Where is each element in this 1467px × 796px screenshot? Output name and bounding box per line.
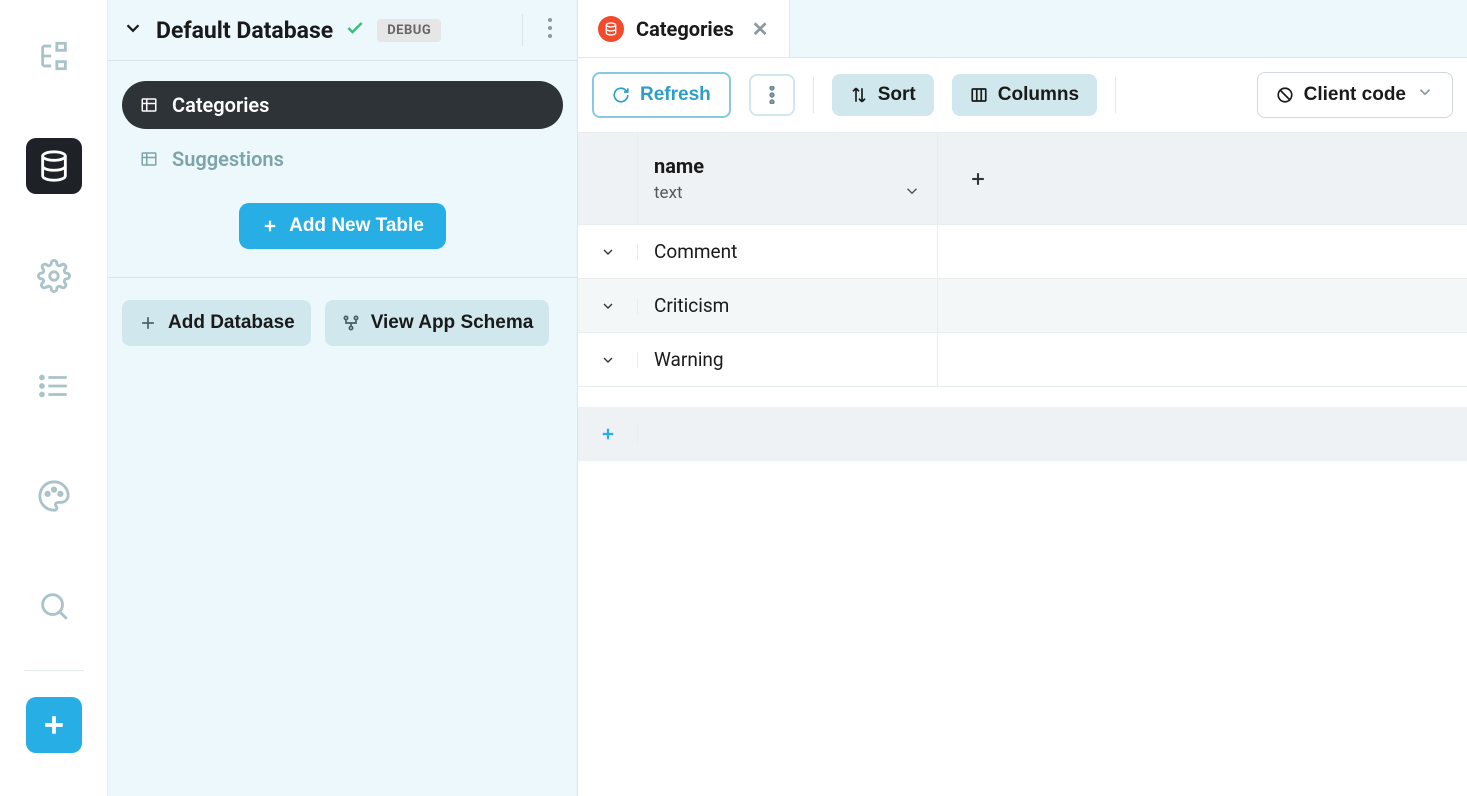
header-divider xyxy=(522,14,523,46)
sort-button[interactable]: Sort xyxy=(832,74,934,116)
refresh-button[interactable]: Refresh xyxy=(592,72,731,118)
sidebar-actions: Add Database View App Schema xyxy=(108,278,577,368)
chevron-down-icon[interactable] xyxy=(122,17,144,43)
expand-row-icon[interactable] xyxy=(578,298,638,314)
data-table: name text Comment xyxy=(578,133,1467,461)
client-code-button[interactable]: Client code xyxy=(1257,72,1453,118)
database-sidebar: Default Database DEBUG Categories Sugges… xyxy=(108,0,578,796)
add-table-label: Add New Table xyxy=(289,215,424,237)
tab-categories[interactable]: Categories ✕ xyxy=(578,0,790,57)
nav-add-button[interactable] xyxy=(26,697,82,753)
chevron-down-icon[interactable] xyxy=(903,182,921,204)
table-item-label: Suggestions xyxy=(172,147,284,171)
nav-search-icon[interactable] xyxy=(26,578,82,634)
table-list: Categories Suggestions Add New Table xyxy=(108,61,577,278)
table-row[interactable]: Warning xyxy=(578,333,1467,387)
nav-database-icon[interactable] xyxy=(26,138,82,194)
database-icon xyxy=(598,16,624,42)
column-type-label: text xyxy=(654,183,683,203)
main-panel: Categories ✕ Refresh Sort Columns xyxy=(578,0,1467,796)
client-code-label: Client code xyxy=(1304,84,1406,106)
rail-divider xyxy=(24,670,84,671)
nav-rail xyxy=(0,0,108,796)
toolbar-divider xyxy=(813,77,814,113)
view-schema-label: View App Schema xyxy=(371,312,534,334)
columns-label: Columns xyxy=(998,84,1079,106)
add-database-label: Add Database xyxy=(168,312,295,334)
table-toolbar: Refresh Sort Columns Client code xyxy=(578,58,1467,133)
expand-row-icon[interactable] xyxy=(578,352,638,368)
refresh-label: Refresh xyxy=(640,84,711,106)
add-row-icon[interactable] xyxy=(578,425,638,443)
columns-button[interactable]: Columns xyxy=(952,74,1097,116)
table-item-label: Categories xyxy=(172,93,269,117)
add-column-button[interactable] xyxy=(938,133,1018,224)
add-row[interactable] xyxy=(578,407,1467,461)
sort-label: Sort xyxy=(878,84,916,106)
column-header-name[interactable]: name text xyxy=(638,133,938,224)
table-item-suggestions[interactable]: Suggestions xyxy=(122,135,563,183)
close-icon[interactable]: ✕ xyxy=(752,19,769,39)
tabs-bar: Categories ✕ xyxy=(578,0,1467,58)
add-database-button[interactable]: Add Database xyxy=(122,300,311,346)
cell-name[interactable]: Criticism xyxy=(638,279,938,332)
expand-row-icon[interactable] xyxy=(578,244,638,260)
expand-column-header xyxy=(578,133,638,224)
view-schema-button[interactable]: View App Schema xyxy=(325,300,550,346)
table-item-categories[interactable]: Categories xyxy=(122,81,563,129)
debug-badge: DEBUG xyxy=(377,19,441,42)
nav-palette-icon[interactable] xyxy=(26,468,82,524)
table-header-row: name text xyxy=(578,133,1467,225)
more-menu-icon[interactable] xyxy=(539,17,561,43)
toolbar-divider xyxy=(1115,77,1116,113)
sidebar-header: Default Database DEBUG xyxy=(108,0,577,61)
table-row[interactable]: Comment xyxy=(578,225,1467,279)
chevron-down-icon xyxy=(1416,83,1434,107)
toolbar-more-button[interactable] xyxy=(749,74,795,116)
tab-label: Categories xyxy=(636,17,734,41)
column-name-label: name xyxy=(654,154,921,178)
add-table-button[interactable]: Add New Table xyxy=(239,203,446,249)
nav-tree-icon[interactable] xyxy=(26,28,82,84)
nav-settings-icon[interactable] xyxy=(26,248,82,304)
database-title: Default Database xyxy=(156,17,333,44)
table-row[interactable]: Criticism xyxy=(578,279,1467,333)
cell-name[interactable]: Comment xyxy=(638,225,938,278)
nav-list-icon[interactable] xyxy=(26,358,82,414)
check-icon xyxy=(345,18,365,42)
cell-name[interactable]: Warning xyxy=(638,333,938,386)
